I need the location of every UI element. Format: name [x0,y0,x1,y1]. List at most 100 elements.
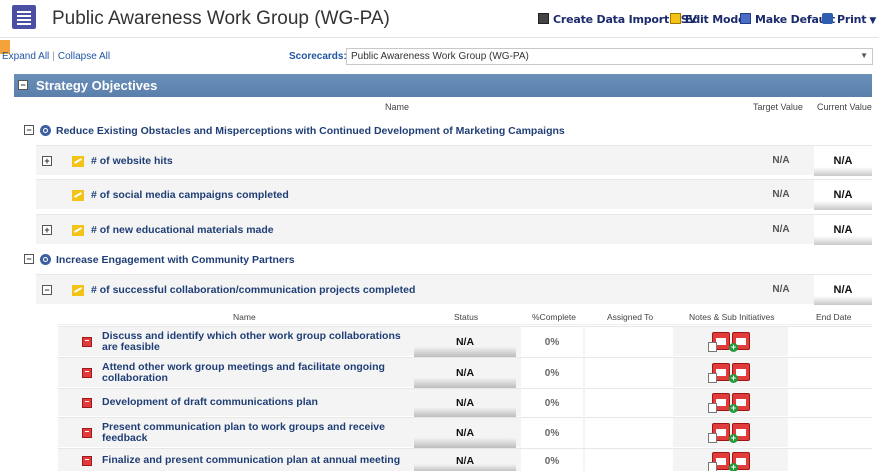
initiative-name[interactable]: Development of draft communications plan [102,397,402,408]
current-value: N/A [814,180,872,210]
scorecards-selected-value: Public Awareness Work Group (WG-PA) [351,51,529,62]
printer-icon [822,13,833,24]
initiative-end-date [788,418,872,448]
measure-chart-icon [72,225,84,236]
initiative-percent-complete: 0% [521,418,583,448]
initiative-name[interactable]: Present communication plan to work group… [102,422,402,444]
notes-icon[interactable] [708,332,730,352]
measure-chart-icon [72,156,84,167]
print-menu-button[interactable]: Print ▼ [822,13,876,26]
expand-all-link[interactable]: Expand All [2,51,49,62]
initiative-percent-complete: 0% [521,389,583,417]
page-title: Public Awareness Work Group (WG-PA) [52,8,390,29]
initiative-end-date [788,358,872,388]
initiative-assigned-to [585,389,673,417]
initiative-row[interactable]: Development of draft communications plan… [58,388,872,417]
measure-collapse-toggle[interactable]: − [42,285,52,295]
measure-chart-icon [72,190,84,201]
current-value: N/A [814,275,872,305]
measure-name[interactable]: # of successful collaboration/communicat… [91,284,415,296]
initiative-status: N/A [414,449,516,471]
target-value: N/A [772,284,790,295]
section-title: Strategy Objectives [36,78,158,93]
objective-icon [40,254,51,265]
target-value: N/A [772,189,790,200]
column-header-current-value[interactable]: Current Value [817,102,872,112]
objective-name[interactable]: Reduce Existing Obstacles and Mispercept… [56,125,565,137]
initiative-row[interactable]: Present communication plan to work group… [58,417,872,448]
column-header-name[interactable]: Name [385,102,409,112]
measure-name[interactable]: # of website hits [91,155,173,167]
initiative-icon [82,368,92,378]
initiative-assigned-to [585,358,673,388]
edit-mode-button[interactable]: Edit Mode [670,13,745,26]
initiative-column-name[interactable]: Name [233,312,256,322]
objective-collapse-toggle[interactable]: − [24,125,34,135]
current-value: N/A [814,146,872,176]
measure-expand-toggle[interactable]: + [42,225,52,235]
notes-icon[interactable] [708,393,730,413]
initiative-icon [82,456,92,466]
objective-row[interactable]: − Reduce Existing Obstacles and Misperce… [14,121,872,143]
page-header: Public Awareness Work Group (WG-PA) Crea… [0,0,879,38]
scorecard-app-icon [12,5,36,29]
initiative-column-end-date[interactable]: End Date [816,312,851,322]
measure-row[interactable]: # of social media campaigns completed N/… [36,179,872,210]
initiative-percent-complete: 0% [521,358,583,388]
measure-name[interactable]: # of social media campaigns completed [91,189,289,201]
scorecards-select[interactable]: Public Awareness Work Group (WG-PA) ▼ [346,48,873,65]
objective-name[interactable]: Increase Engagement with Community Partn… [56,254,295,266]
measure-expand-toggle[interactable]: + [42,156,52,166]
measure-row[interactable]: − # of successful collaboration/communic… [36,274,872,305]
section-collapse-toggle[interactable]: − [18,80,28,90]
initiatives-header: Name Status %Complete Assigned To Notes … [58,309,872,325]
add-sub-initiative-icon[interactable]: + [729,393,750,413]
add-sub-initiative-icon[interactable]: + [729,452,750,471]
column-header-target-value[interactable]: Target Value [753,102,803,112]
initiative-column-complete[interactable]: %Complete [532,312,576,322]
initiative-assigned-to [585,418,673,448]
target-value: N/A [772,224,790,235]
initiative-column-assigned[interactable]: Assigned To [607,312,653,322]
measure-name[interactable]: # of new educational materials made [91,224,274,236]
initiative-percent-complete: 0% [521,449,583,471]
default-icon [740,13,751,24]
notes-icon[interactable] [708,452,730,471]
initiative-row[interactable]: Finalize and present communication plan … [58,448,872,471]
initiative-name[interactable]: Finalize and present communication plan … [102,455,402,466]
initiative-end-date [788,449,872,471]
initiative-assigned-to [585,327,673,357]
initiative-end-date [788,327,872,357]
objective-icon [40,125,51,136]
csv-icon [538,13,549,24]
add-sub-initiative-icon[interactable]: + [729,332,750,352]
initiative-name[interactable]: Discuss and identify which other work gr… [102,331,402,353]
initiative-column-notes[interactable]: Notes & Sub Initiatives [689,312,775,322]
initiative-column-status[interactable]: Status [454,312,478,322]
scorecards-label: Scorecards: [289,51,347,62]
add-sub-initiative-icon[interactable]: + [729,423,750,443]
measure-row[interactable]: + # of website hits N/A N/A [36,145,872,176]
initiative-end-date [788,389,872,417]
target-value: N/A [772,155,790,166]
initiative-status: N/A [414,389,516,417]
strategy-objectives-section-bar[interactable]: − Strategy Objectives [14,74,872,97]
collapse-all-link[interactable]: Collapse All [58,51,110,62]
initiative-row[interactable]: Discuss and identify which other work gr… [58,326,872,357]
measure-row[interactable]: + # of new educational materials made N/… [36,214,872,245]
initiative-row[interactable]: Attend other work group meetings and fac… [58,357,872,388]
initiative-icon [82,428,92,438]
initiative-notes-cell: + [708,452,754,471]
link-separator: | [52,51,55,62]
initiative-name[interactable]: Attend other work group meetings and fac… [102,362,402,384]
initiative-status: N/A [414,327,516,357]
objective-row[interactable]: − Increase Engagement with Community Par… [14,250,872,272]
notes-icon[interactable] [708,423,730,443]
make-default-button[interactable]: Make Default [740,13,835,26]
objective-collapse-toggle[interactable]: − [24,254,34,264]
add-sub-initiative-icon[interactable]: + [729,363,750,383]
expand-collapse-links: Expand All | Collapse All [2,51,110,62]
initiative-percent-complete: 0% [521,327,583,357]
initiative-notes-cell: + [708,332,754,352]
notes-icon[interactable] [708,363,730,383]
